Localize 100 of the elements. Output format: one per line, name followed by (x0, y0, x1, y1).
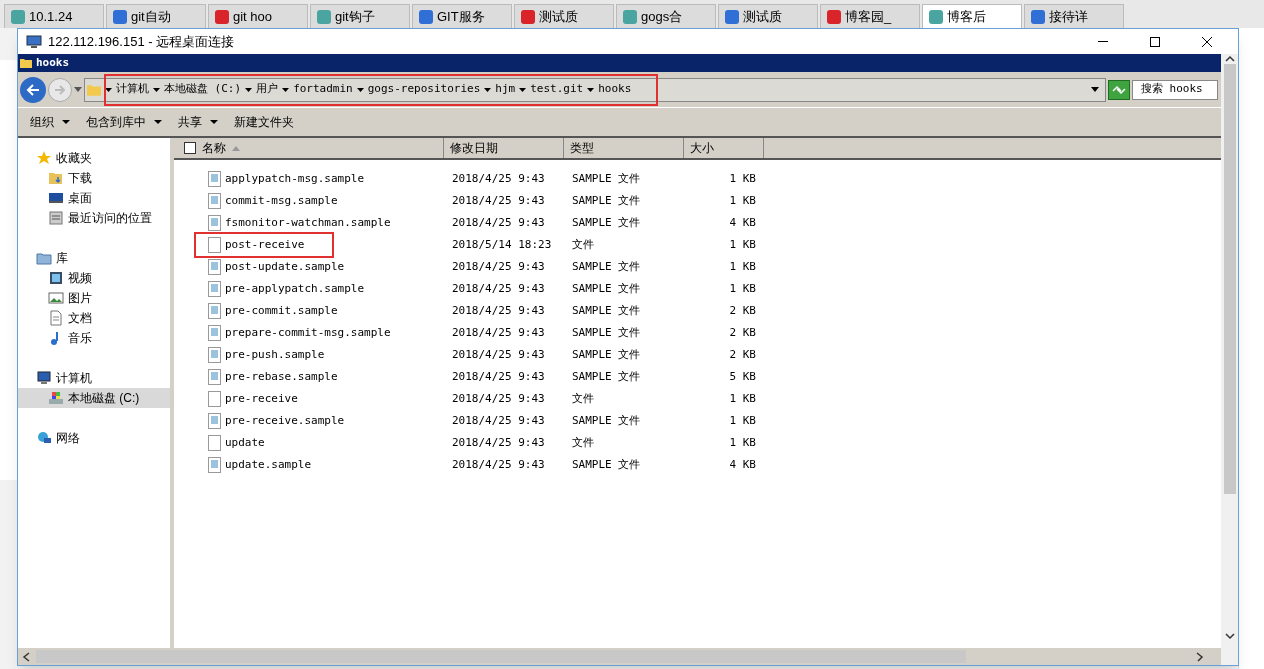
breadcrumb-item[interactable]: fortadmin (293, 81, 353, 98)
horizontal-scrollbar[interactable] (18, 648, 1221, 665)
browser-tab[interactable]: 测试质 (514, 4, 614, 28)
browser-tab[interactable]: 博客园_ (820, 4, 920, 28)
browser-tab[interactable]: 10.1.24 (4, 4, 104, 28)
file-name[interactable]: applypatch-msg.sample (225, 170, 365, 188)
column-header-cell[interactable]: 修改日期 (444, 138, 564, 158)
site-icon (113, 9, 127, 24)
vertical-scrollbar[interactable] (1221, 54, 1238, 665)
star-icon (36, 150, 52, 166)
column-header-cell[interactable]: 名称 (174, 138, 444, 158)
chevron-icon[interactable] (245, 87, 253, 92)
sidebar-item[interactable]: 计算机 (18, 368, 170, 388)
dropdown-icon[interactable] (1091, 87, 1099, 92)
sidebar-item[interactable]: 桌面 (18, 188, 170, 208)
scroll-down-icon[interactable] (1224, 631, 1235, 641)
file-icon (208, 215, 221, 231)
sidebar-item[interactable]: 收藏夹 (18, 148, 170, 168)
sidebar-item[interactable]: 音乐 (18, 328, 170, 348)
toolbar-button[interactable]: 组织 (24, 110, 76, 134)
scroll-up-icon[interactable] (1224, 54, 1235, 64)
column-header-cell[interactable]: 大小 (684, 138, 764, 158)
minimize-icon (1098, 40, 1108, 43)
document-icon (48, 310, 64, 326)
chevron-icon[interactable] (105, 87, 112, 92)
file-size: 2 KB (729, 302, 756, 319)
modified-date: 2018/4/25 9:43 (452, 171, 545, 185)
sidebar-item[interactable]: 网络 (18, 428, 170, 448)
folder-icon (36, 250, 52, 266)
folder-icon (20, 57, 32, 69)
file-name[interactable]: fsmonitor-watchman.sample (225, 214, 391, 232)
back-button[interactable] (20, 76, 46, 103)
scroll-thumb[interactable] (1223, 64, 1236, 494)
sidebar-item[interactable]: 库 (18, 248, 170, 268)
breadcrumb-item[interactable]: gogs-repositories (367, 81, 481, 98)
site-icon (521, 9, 535, 24)
breadcrumb-item[interactable]: test.git (530, 81, 584, 98)
file-icon (208, 171, 221, 187)
file-name[interactable]: pre-push.sample (225, 346, 325, 364)
column-label: 名称 (202, 140, 226, 157)
chevron-icon[interactable] (587, 87, 595, 92)
column-header-cell[interactable]: 类型 (564, 138, 684, 158)
browser-tab[interactable]: git自动 (106, 4, 206, 28)
toolbar-button[interactable]: 包含到库中 (80, 110, 168, 134)
chevron-icon[interactable] (484, 87, 492, 92)
file-name[interactable]: pre-applypatch.sample (225, 280, 365, 298)
browser-tab[interactable]: 博客后 (922, 4, 1022, 28)
file-name[interactable]: pre-rebase.sample (225, 368, 338, 386)
toolbar-button[interactable]: 新建文件夹 (228, 110, 300, 134)
file-type: SAMPLE 文件 (572, 171, 641, 185)
column-label: 类型 (570, 140, 594, 157)
computer-icon (36, 370, 52, 386)
sidebar-item[interactable]: 下载 (18, 168, 170, 188)
breadcrumb-item[interactable]: hjm (495, 81, 516, 98)
breadcrumb-item[interactable]: 用户 (256, 81, 279, 98)
file-type: SAMPLE 文件 (572, 369, 641, 383)
sidebar-item[interactable]: 最近访问的位置 (18, 208, 170, 228)
browser-tab[interactable]: git hoo (208, 4, 308, 28)
browser-tab[interactable]: git钩子 (310, 4, 410, 28)
breadcrumb-item[interactable]: hooks (598, 81, 632, 98)
network-icon (36, 430, 52, 446)
sidebar-item[interactable]: 本地磁盘 (C:) (18, 388, 170, 408)
file-type: SAMPLE 文件 (572, 457, 641, 471)
browser-tab[interactable]: GIT服务 (412, 4, 512, 28)
file-size: 1 KB (729, 236, 756, 253)
browser-tab[interactable]: gogs合 (616, 4, 716, 28)
history-dropdown-icon[interactable] (74, 86, 82, 93)
site-icon (623, 9, 637, 24)
file-name[interactable]: commit-msg.sample (225, 192, 338, 210)
breadcrumb-item[interactable]: 计算机 (116, 81, 149, 98)
sort-ascending-icon (232, 145, 240, 151)
modified-date: 2018/4/25 9:43 (452, 391, 545, 405)
image-icon (48, 290, 64, 306)
breadcrumb-item[interactable]: 本地磁盘 (C:) (164, 81, 242, 98)
window-title: 122.112.196.151 - 远程桌面连接 (48, 32, 235, 51)
chevron-icon[interactable] (519, 87, 527, 92)
chevron-icon[interactable] (153, 87, 160, 92)
site-icon (1031, 9, 1045, 24)
toolbar-button[interactable]: 共享 (172, 110, 224, 134)
file-name[interactable]: update.sample (225, 456, 312, 474)
file-name[interactable]: pre-receive (225, 390, 298, 408)
refresh-button[interactable] (1108, 79, 1130, 100)
file-name[interactable]: post-update.sample (225, 258, 345, 276)
file-name[interactable]: update (225, 434, 265, 452)
browser-tab[interactable]: 接待详 (1024, 4, 1124, 28)
address-bar[interactable]: 计算机 本地磁盘 (C:) 用户 fortadmin gogs-repositories hjm test.git hooks (84, 77, 1106, 102)
search-field[interactable]: 搜索 hooks (1132, 79, 1218, 100)
file-name[interactable]: pre-commit.sample (225, 302, 338, 320)
sidebar-item[interactable]: 视频 (18, 268, 170, 288)
file-icon (208, 457, 221, 473)
select-all-checkbox[interactable] (184, 142, 196, 154)
browser-tab[interactable]: 测试质 (718, 4, 818, 28)
chevron-icon[interactable] (282, 87, 290, 92)
sidebar-item[interactable]: 文档 (18, 308, 170, 328)
file-name[interactable]: post-receive (225, 236, 305, 254)
file-name[interactable]: prepare-commit-msg.sample (225, 324, 391, 342)
file-size: 1 KB (729, 170, 756, 187)
sidebar-item[interactable]: 图片 (18, 288, 170, 308)
chevron-icon[interactable] (356, 87, 364, 92)
file-name[interactable]: pre-receive.sample (225, 412, 345, 430)
